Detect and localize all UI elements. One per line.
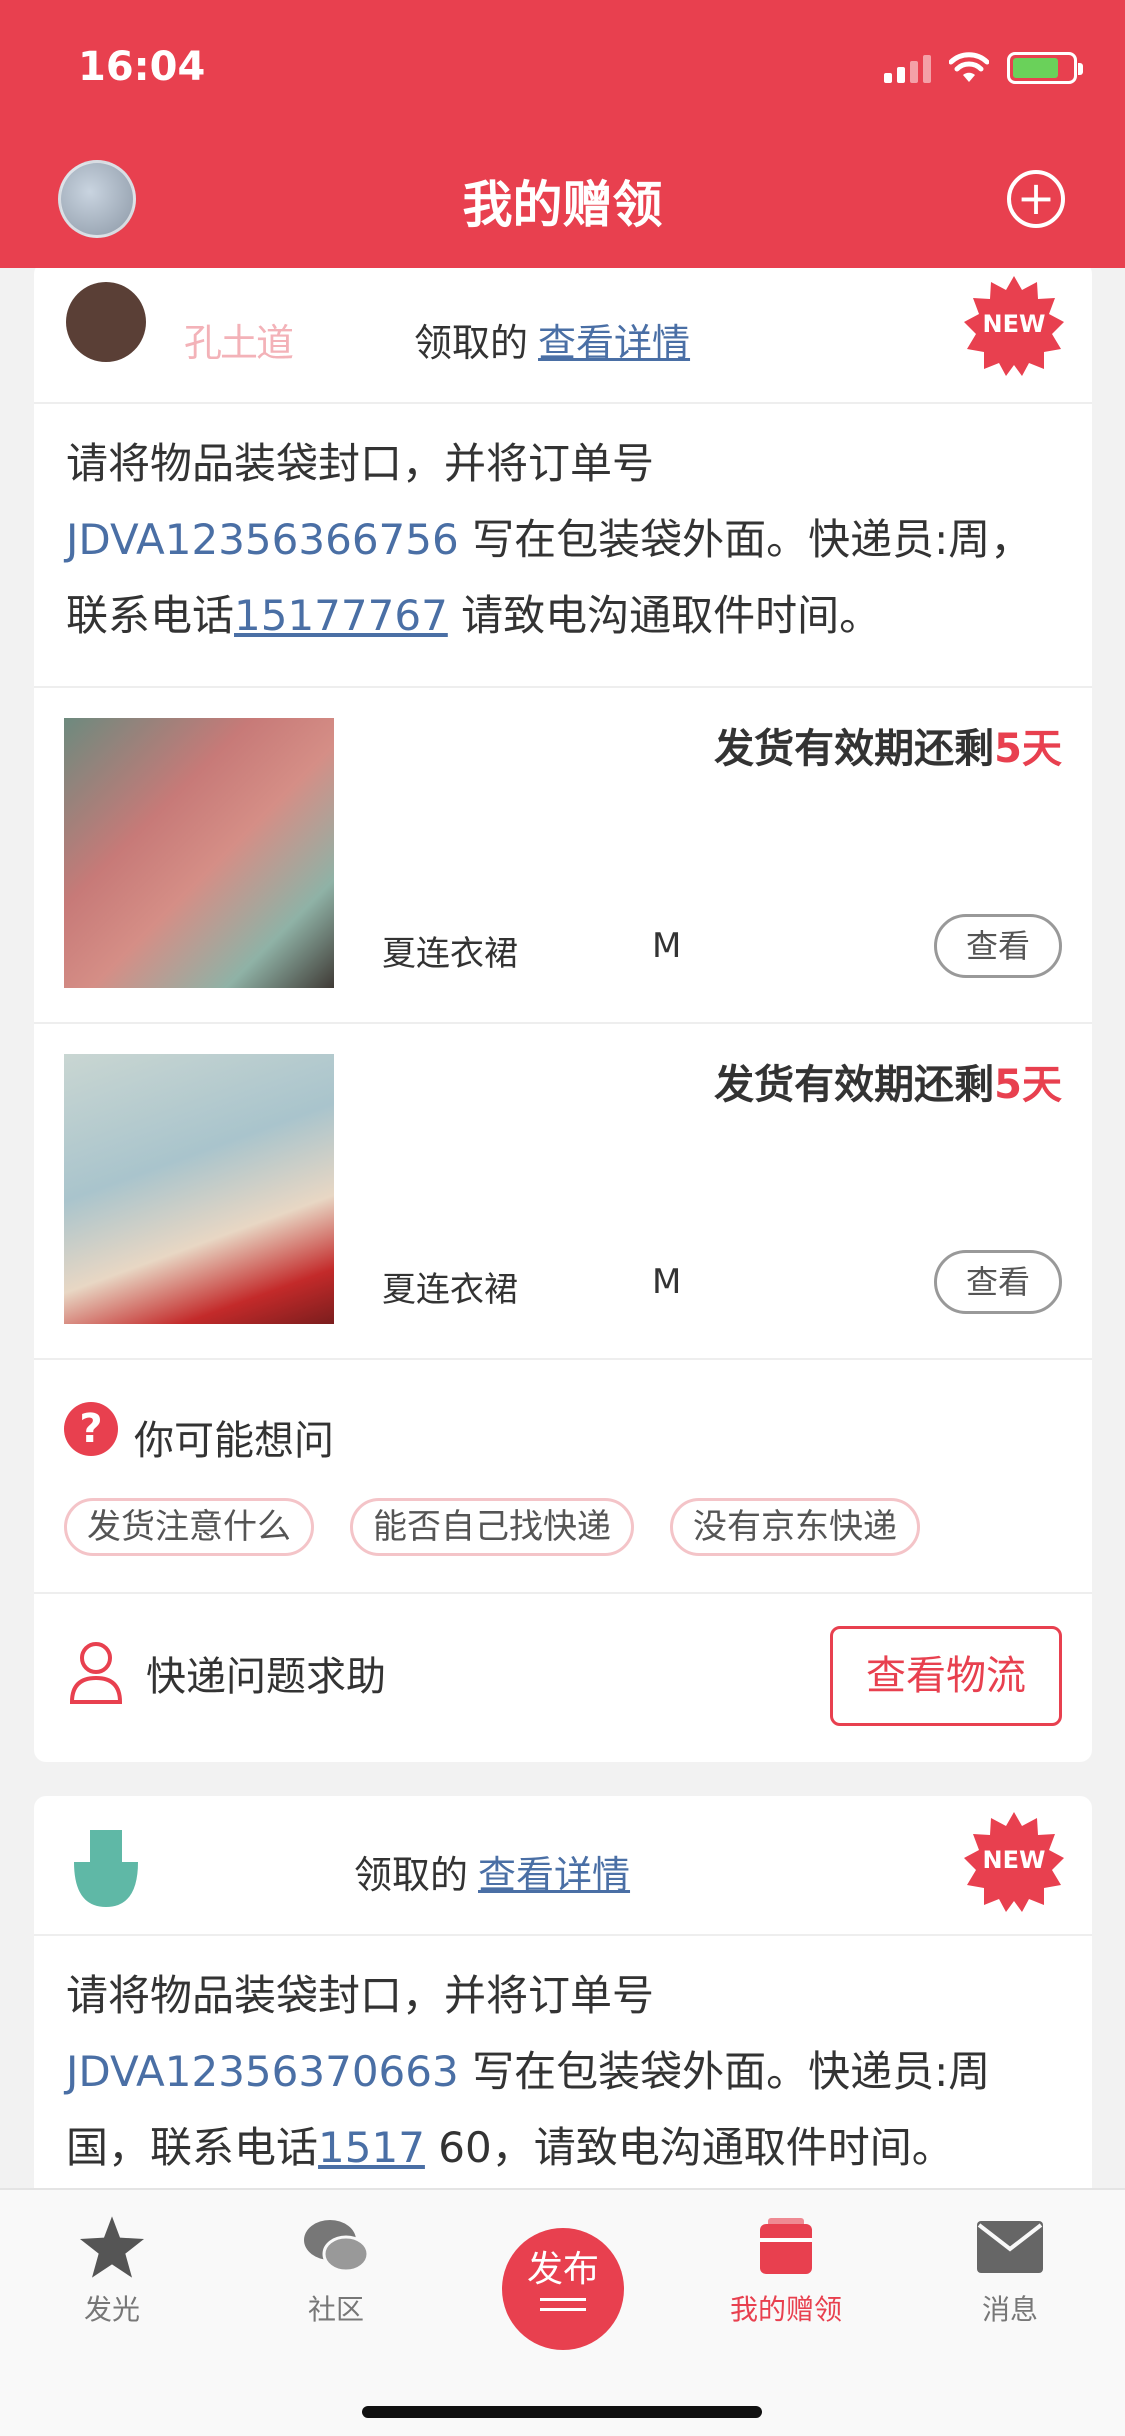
- home-indicator[interactable]: [362, 2406, 762, 2418]
- bottom-tab-bar: 发光 社区 发布 我的赠领 消息: [0, 2188, 1125, 2436]
- item-row: 发货有效期还剩5天 夏连衣裙 M 查看: [34, 688, 1092, 1024]
- phone-link[interactable]: 1517: [318, 2123, 425, 2172]
- item-name: 夏连衣裙: [382, 934, 518, 974]
- claim-card: 领取的 查看详情 NEW 请将物品装袋封口，并将订单号 JDVA123563706…: [34, 1796, 1092, 2216]
- signal-icon: [884, 53, 931, 83]
- claim-label: 领取的: [414, 321, 529, 365]
- shipping-notice: 请将物品装袋封口，并将订单号 JDVA12356366756 写在包装袋外面。快…: [34, 404, 1092, 688]
- deadline-days: 5天: [994, 726, 1062, 772]
- tab-label: 社区: [307, 2293, 364, 2326]
- status-icons: [884, 50, 1083, 86]
- tab-community[interactable]: 社区: [246, 2214, 426, 2328]
- notice-text: 请将物品装袋封口，并将订单号: [66, 439, 655, 488]
- ship-deadline: 发货有效期还剩5天: [714, 716, 1062, 774]
- person-icon: [69, 1642, 123, 1704]
- notice-text: 60，请致电沟通取件时间。: [438, 2123, 954, 2172]
- faq-chip[interactable]: 发货注意什么: [64, 1498, 314, 1556]
- claim-status: 领取的 查看详情: [414, 312, 690, 367]
- claim-label: 领取的: [354, 1853, 469, 1897]
- question-icon: ?: [64, 1402, 118, 1456]
- claim-status: 领取的 查看详情: [354, 1844, 630, 1899]
- notice-text: 请致电沟通取件时间。: [461, 591, 882, 640]
- faq-chips: 发货注意什么 能否自己找快递 没有京东快递: [64, 1498, 920, 1556]
- add-button[interactable]: +: [1007, 170, 1065, 228]
- donor-avatar[interactable]: [66, 282, 146, 362]
- deadline-label: 发货有效期还剩: [714, 1062, 995, 1108]
- tab-label: 我的赠领: [729, 2293, 842, 2326]
- new-badge: NEW: [964, 276, 1064, 376]
- top-bar: 16:04 我的赠领 +: [0, 0, 1125, 268]
- item-size: M: [652, 926, 682, 966]
- star-icon: [80, 2216, 144, 2278]
- item-size: M: [652, 1262, 682, 1302]
- donor-avatar[interactable]: [64, 1822, 148, 1912]
- tab-my-claims[interactable]: 我的赠领: [696, 2214, 876, 2328]
- new-label: NEW: [982, 1846, 1046, 1874]
- notice-text: ，联系电话: [108, 2123, 319, 2172]
- view-item-button[interactable]: 查看: [934, 1250, 1062, 1314]
- tab-glow[interactable]: 发光: [22, 2214, 202, 2328]
- order-number[interactable]: JDVA12356370663: [66, 2047, 459, 2096]
- faq-title: 你可能想问: [134, 1418, 334, 1464]
- deadline-days: 5天: [994, 1062, 1062, 1108]
- card-header: 领取的 查看详情 NEW: [34, 1796, 1092, 1936]
- gift-box-icon: [760, 2218, 812, 2274]
- publish-icon: [540, 2298, 586, 2311]
- view-logistics-button[interactable]: 查看物流: [830, 1626, 1062, 1726]
- faq-chip[interactable]: 没有京东快递: [670, 1498, 920, 1556]
- tab-label: 消息: [981, 2293, 1038, 2326]
- claim-card: 孔土道 领取的 查看详情 NEW 请将物品装袋封口，并将订单号 JDVA12356…: [34, 262, 1092, 1762]
- faq-chip[interactable]: 能否自己找快递: [350, 1498, 634, 1556]
- deadline-label: 发货有效期还剩: [714, 726, 995, 772]
- ship-deadline: 发货有效期还剩5天: [714, 1052, 1062, 1110]
- view-details-link[interactable]: 查看详情: [538, 321, 690, 365]
- item-photo[interactable]: [64, 718, 334, 988]
- notice-text: 写在包装袋外面。快递员:周: [472, 515, 991, 564]
- order-number[interactable]: JDVA12356366756: [66, 515, 459, 564]
- item-row: 发货有效期还剩5天 夏连衣裙 M 查看: [34, 1024, 1092, 1360]
- item-photo[interactable]: [64, 1054, 334, 1324]
- card-header: 孔土道 领取的 查看详情 NEW: [34, 262, 1092, 404]
- view-item-button[interactable]: 查看: [934, 914, 1062, 978]
- status-time: 16:04: [78, 44, 206, 90]
- notice-text: 请将物品装袋封口，并将订单号: [66, 1971, 655, 2020]
- courier-help-label[interactable]: 快递问题求助: [146, 1644, 386, 1702]
- tab-messages[interactable]: 消息: [920, 2214, 1100, 2328]
- courier-help-row: 快递问题求助 查看物流: [34, 1594, 1092, 1754]
- page-title: 我的赠领: [462, 176, 663, 234]
- view-details-link[interactable]: 查看详情: [478, 1853, 630, 1897]
- item-name: 夏连衣裙: [382, 1270, 518, 1310]
- wifi-icon: [949, 52, 989, 82]
- chat-bubbles-icon: [304, 2220, 370, 2273]
- battery-icon: [1007, 52, 1083, 84]
- faq-section: ? 你可能想问 发货注意什么 能否自己找快递 没有京东快递: [34, 1360, 1092, 1594]
- shipping-notice: 请将物品装袋封口，并将订单号 JDVA12356370663 写在包装袋外面。快…: [34, 1936, 1092, 2216]
- publish-label: 发布: [526, 2249, 599, 2290]
- new-label: NEW: [982, 310, 1046, 338]
- envelope-icon: [977, 2221, 1043, 2273]
- new-badge: NEW: [964, 1812, 1064, 1912]
- publish-button[interactable]: 发布: [502, 2228, 624, 2350]
- tab-label: 发光: [83, 2293, 140, 2326]
- donor-name: 孔土道: [184, 321, 294, 365]
- plus-icon: +: [1016, 171, 1056, 225]
- phone-link[interactable]: 15177767: [234, 591, 448, 640]
